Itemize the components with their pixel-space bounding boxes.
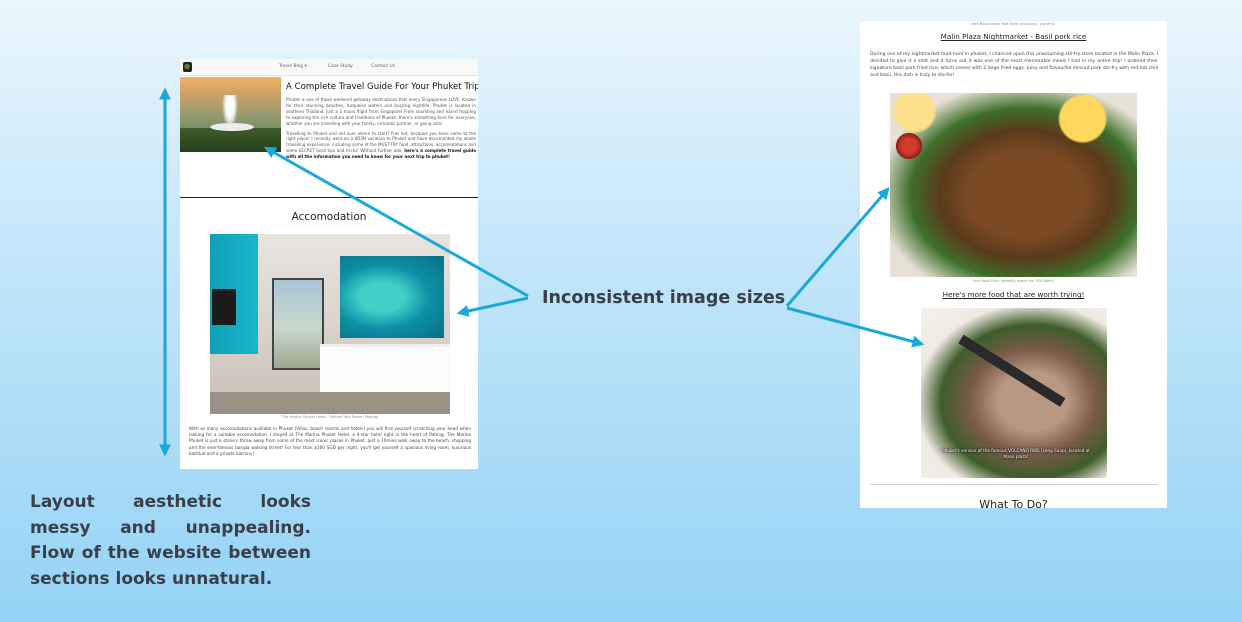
left-website-mockup: Travel Blog ▾ Case Study Contact Us A Co… — [180, 59, 478, 469]
mural-shape — [340, 256, 444, 338]
right-website-mockup: Jerk Basil dearr fish their (volcano), y… — [860, 21, 1167, 508]
buddha-statue-shape — [222, 95, 238, 129]
section-divider — [180, 197, 478, 198]
section-divider — [870, 484, 1158, 485]
inconsistent-image-sizes-label: Inconsistent image sizes — [542, 288, 786, 308]
volcano-ribs-image: Phuket's version of the famous VOLCANO R… — [921, 308, 1107, 478]
volcano-ribs-caption: Phuket's version of the famous VOLCANO R… — [942, 448, 1090, 459]
intro-text: Phuket is one of those weekend getaway d… — [286, 97, 476, 160]
chili-shape — [896, 133, 922, 159]
window-shape — [272, 278, 324, 370]
nav-travel-blog-label: Travel Blog — [279, 64, 304, 69]
accomodation-body-text: With so many accomodations availabe in P… — [189, 426, 471, 456]
site-navbar: Travel Blog ▾ Case Study Contact Us — [180, 59, 478, 76]
site-logo-icon — [183, 62, 192, 72]
nav-item-contact-us[interactable]: Contact Us — [371, 64, 395, 69]
bed-shape — [320, 344, 450, 394]
basil-pork-image-caption: Pork Basil Rice, definitly worth the 100… — [972, 279, 1055, 283]
intro-paragraph-2: Travelling to Phuket and not sure where … — [286, 131, 476, 161]
hotel-room-image — [210, 234, 450, 414]
hotel-image-caption: The Marina Phuket Hotel - Deluxe Twin Ro… — [281, 415, 379, 419]
floor-shape — [210, 392, 450, 414]
layout-critique-note: Layout aesthetic looks messy and unappea… — [30, 492, 311, 589]
more-food-link[interactable]: Here's more food that are worth trying! — [860, 290, 1167, 299]
nav-item-travel-blog[interactable]: Travel Blog ▾ — [279, 64, 307, 69]
accomodation-heading: Accomodation — [291, 211, 367, 223]
forest-shape — [180, 128, 281, 152]
nav-item-case-study[interactable]: Case Study — [328, 64, 353, 69]
basil-pork-paragraph: During one of my nightmarket food-hunt i… — [870, 52, 1158, 78]
top-image-caption: Jerk Basil dearr fish their (volcano), y… — [971, 21, 1056, 26]
basil-pork-rice-image — [890, 93, 1137, 277]
big-buddha-hero-image — [180, 77, 281, 152]
malin-plaza-heading-link[interactable]: Malin Plaza Nightmarket - Basil pork ric… — [860, 32, 1167, 41]
tv-shape — [212, 289, 236, 325]
intro-paragraph-1: Phuket is one of those weekend getaway d… — [286, 97, 476, 126]
what-to-do-heading: What To Do? — [979, 498, 1048, 508]
tongs-shape — [958, 334, 1066, 407]
page-title: A Complete Travel Guide For Your Phuket … — [286, 82, 478, 92]
